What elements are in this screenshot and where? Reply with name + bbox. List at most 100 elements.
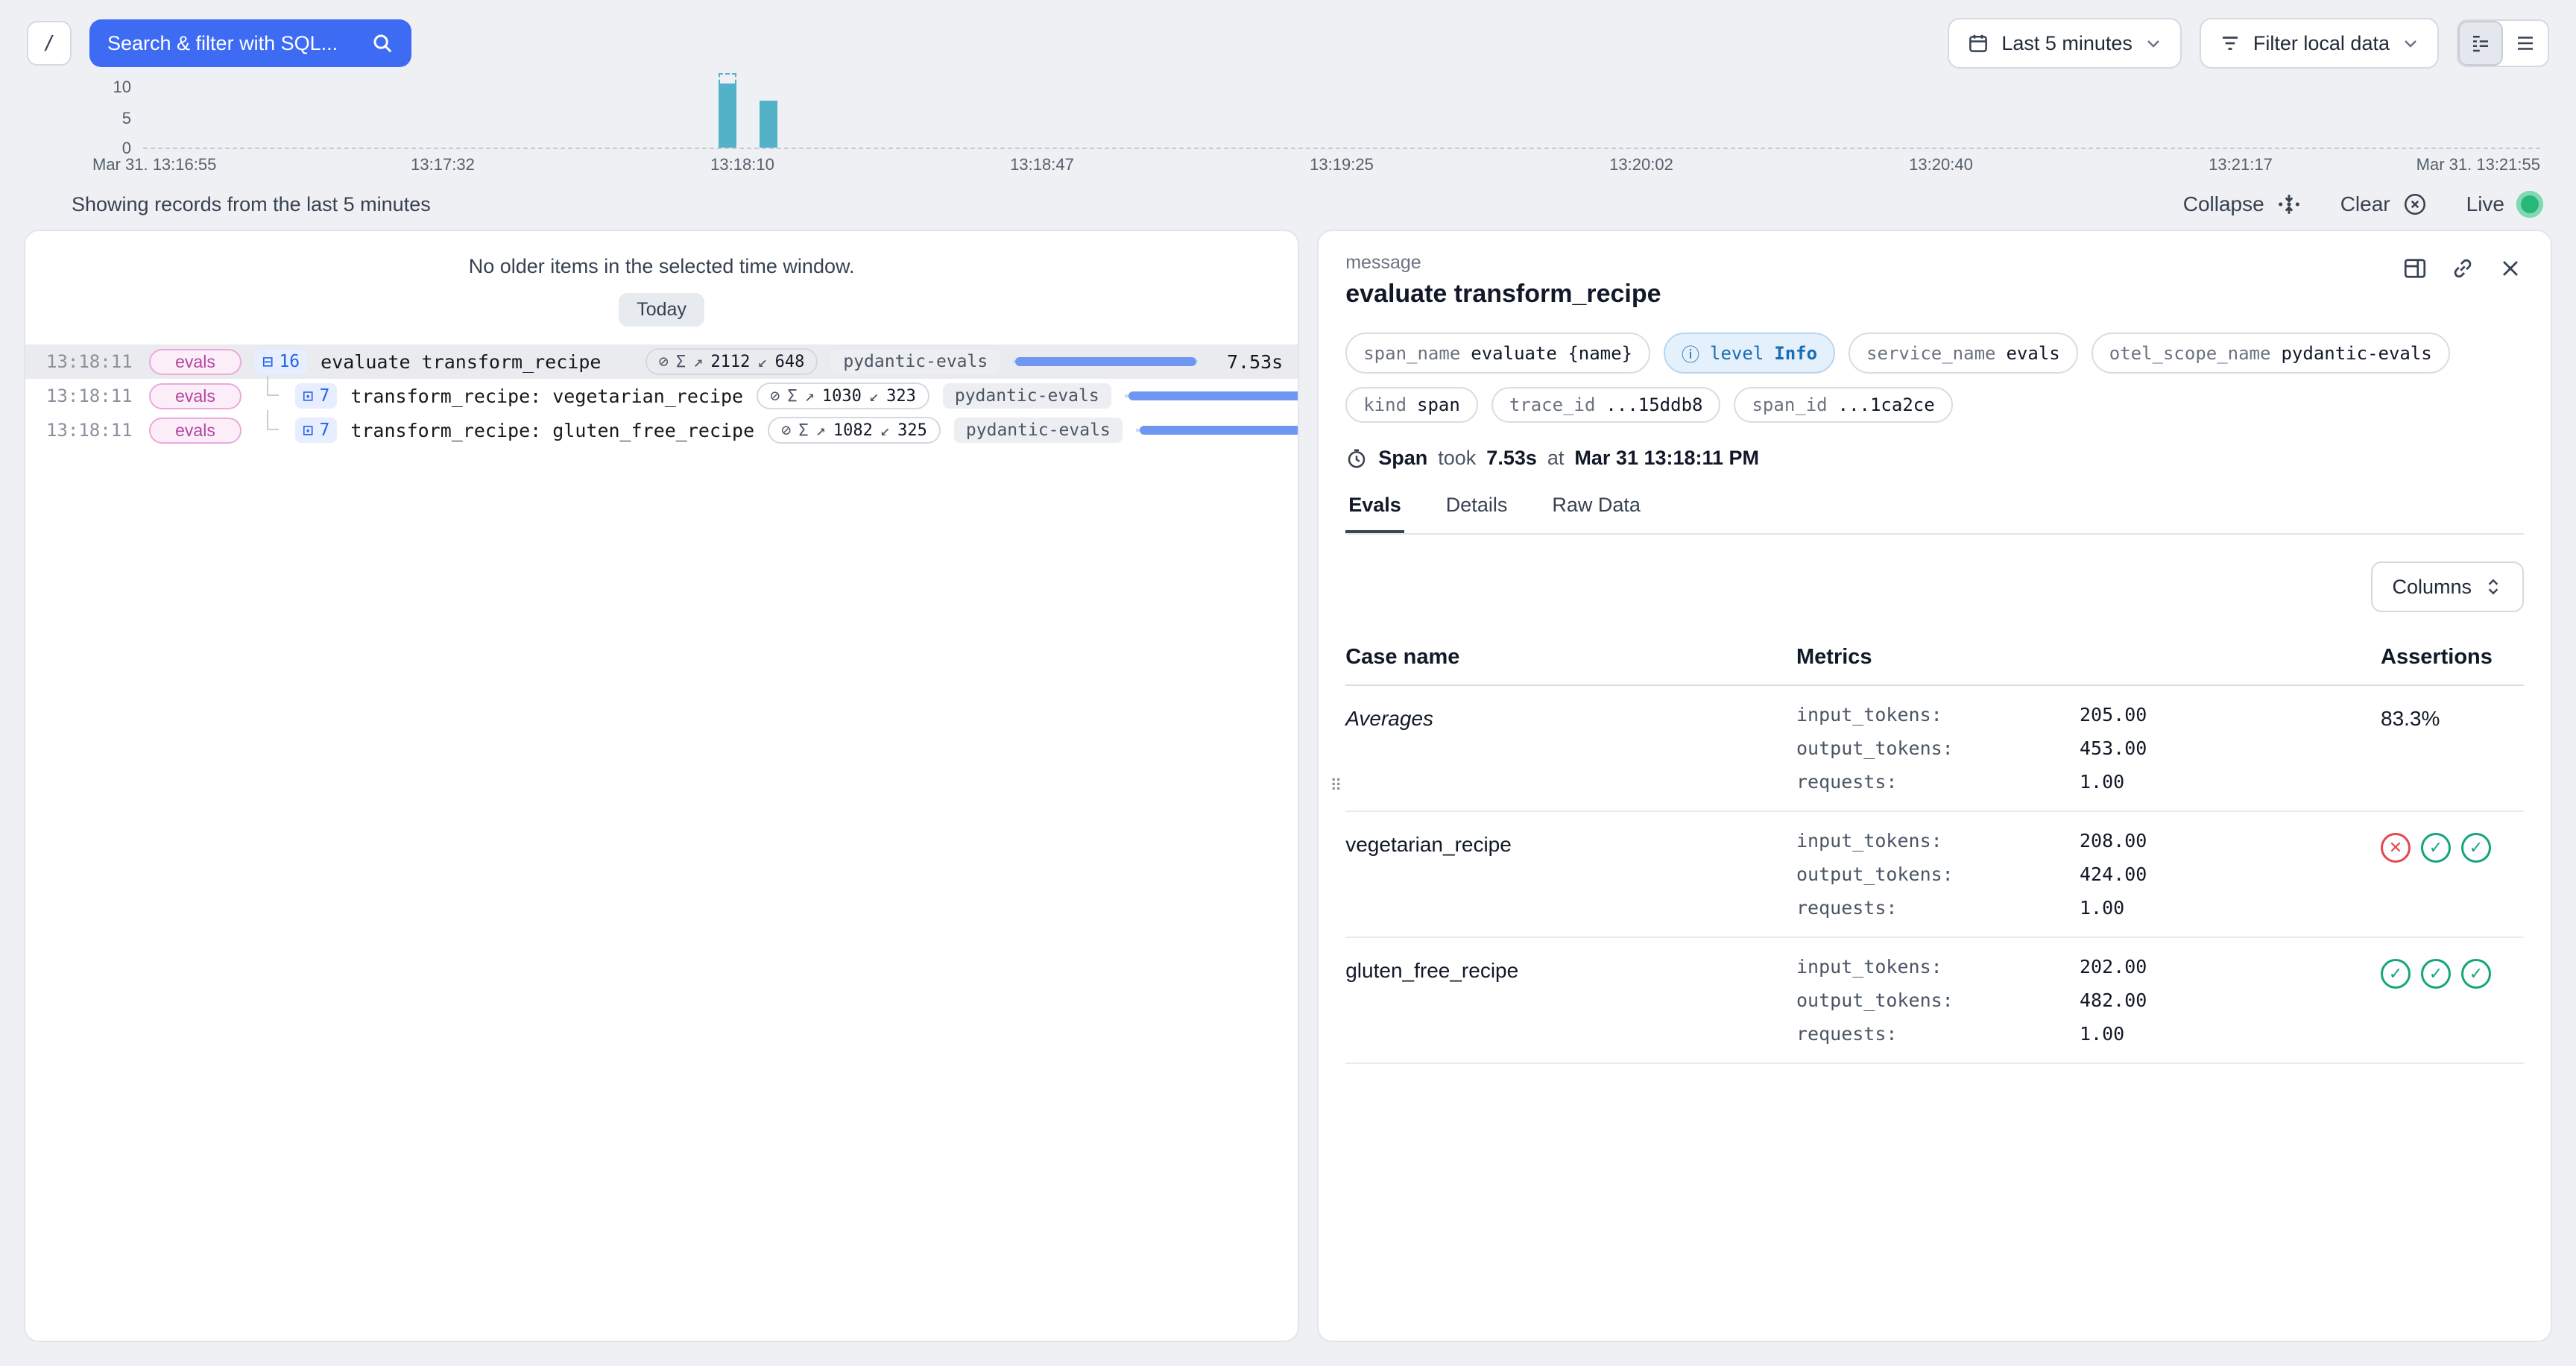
token-metrics-chip: ⊘ Σ ↗2112 ↙648 [645, 348, 818, 375]
x-axis: Mar 31. 13:16:55 13:17:32 13:18:10 13:18… [143, 155, 2540, 179]
service-badge: evals [149, 383, 242, 409]
tab-evals[interactable]: Evals [1345, 494, 1404, 533]
filter-local-data-dropdown[interactable]: Filter local data [2200, 18, 2439, 69]
tab-details[interactable]: Details [1443, 494, 1511, 533]
collapse-button[interactable]: Collapse [2183, 192, 2302, 217]
records-timeline-chart[interactable]: 10 5 0 Mar 31. 13:16:55 13:17:32 13:18:1… [27, 84, 2549, 182]
metric-label: input_tokens: [1796, 956, 2080, 978]
case-name: vegetarian_recipe [1345, 830, 1796, 857]
chip-value: evaluate {name} [1471, 343, 1632, 364]
record-kind-label: message [1345, 252, 2524, 274]
chip-value: span [1417, 394, 1460, 415]
assertion-pass-icon: ✓ [2421, 833, 2451, 863]
filter-icon [2219, 32, 2241, 54]
metrics-cell: input_tokens:202.00 output_tokens:482.00… [1796, 956, 2381, 1045]
chip-value: ...1ca2ce [1838, 394, 1935, 415]
timeline-bar[interactable] [719, 84, 736, 148]
topbar: / Search & filter with SQL... Last 5 min… [0, 0, 2576, 81]
output-arrow-icon: ↙ [880, 421, 890, 440]
otel-scope-pill: pydantic-evals [943, 383, 1111, 409]
detail-tabs: Evals Details Raw Data [1345, 494, 2524, 535]
metric-value: 208.00 [2080, 830, 2381, 852]
trace-row[interactable]: 13:18:11 evals ⊟16 evaluate transform_re… [25, 344, 1298, 379]
span-detail-panel: message evaluate transform_recipe [1317, 230, 2552, 1342]
metric-value: 453.00 [2080, 737, 2381, 759]
timeline-plot-area[interactable] [143, 84, 2540, 149]
metric-label: output_tokens: [1796, 989, 2080, 1011]
chip-value: ...15ddb8 [1606, 394, 1702, 415]
output-arrow-icon: ↙ [757, 353, 767, 371]
live-button[interactable]: Live [2466, 191, 2543, 218]
tree-view-toggle-button[interactable] [2458, 21, 2503, 66]
timeline-bar[interactable] [760, 101, 777, 148]
otel-scope-pill: pydantic-evals [954, 418, 1123, 443]
trace-time: 13:18:11 [25, 420, 136, 441]
output-tokens: 648 [775, 353, 805, 371]
list-view-toggle-button[interactable] [2503, 21, 2548, 66]
clear-button[interactable]: Clear [2340, 192, 2428, 217]
trace-row[interactable]: 13:18:11 evals ⊡7 transform_recipe: glut… [25, 413, 1298, 447]
span-collapse-toggle[interactable]: ⊟16 [255, 349, 307, 374]
search-button[interactable]: Search & filter with SQL... [89, 19, 411, 67]
copy-link-button[interactable] [2449, 255, 2476, 282]
evals-table-row[interactable]: gluten_free_recipe input_tokens:202.00 o… [1345, 938, 2524, 1064]
metric-value: 205.00 [2080, 704, 2381, 726]
close-panel-button[interactable] [2497, 255, 2524, 282]
chip-value: pydantic-evals [2281, 343, 2431, 364]
child-count: 7 [319, 386, 329, 406]
clock-icon [1345, 447, 1368, 470]
attribute-chip-trace-id[interactable]: trace_id...15ddb8 [1491, 387, 1721, 423]
tab-raw-data[interactable]: Raw Data [1549, 494, 1644, 533]
attribute-chip-span-id[interactable]: span_id ...1ca2ce [1734, 387, 1952, 423]
view-mode-toggle [2457, 19, 2549, 67]
x-axis-tick: Mar 31. 13:16:55 [92, 155, 216, 174]
chip-key: span_name [1363, 343, 1460, 364]
chevron-down-icon [2144, 34, 2162, 52]
metric-label: requests: [1796, 897, 2080, 919]
sigma-icon: Σ [798, 421, 808, 440]
x-axis-tick: 13:19:25 [1310, 155, 1374, 174]
evals-table-row[interactable]: vegetarian_recipe input_tokens:208.00 ou… [1345, 812, 2524, 938]
evals-table-row[interactable]: Averages input_tokens:205.00 output_toke… [1345, 686, 2524, 812]
day-separator-pill[interactable]: Today [619, 293, 704, 327]
slash-shortcut-key[interactable]: / [27, 21, 72, 66]
input-arrow-icon: ↗ [693, 353, 703, 371]
input-arrow-icon: ↗ [805, 387, 815, 406]
assertion-pass-icon: ✓ [2461, 959, 2491, 989]
metric-label: requests: [1796, 1023, 2080, 1045]
collapse-label: Collapse [2183, 192, 2264, 216]
attribute-chip-level[interactable]: ⓘlevelInfo [1664, 333, 1835, 374]
at-word: at [1547, 447, 1565, 470]
attribute-chip-otel-scope-name[interactable]: otel_scope_namepydantic-evals [2092, 333, 2450, 374]
time-range-dropdown[interactable]: Last 5 minutes [1948, 18, 2182, 69]
live-indicator-icon [2516, 191, 2543, 218]
chip-key: span_id [1752, 394, 1827, 415]
trace-time: 13:18:11 [25, 385, 136, 406]
span-duration-value: 7.53s [1486, 447, 1537, 470]
tree-view-icon [2469, 32, 2492, 54]
clear-label: Clear [2340, 192, 2390, 216]
calendar-icon [1967, 32, 1989, 54]
trace-row[interactable]: 13:18:11 evals ⊡7 transform_recipe: vege… [25, 379, 1298, 413]
time-range-label: Last 5 minutes [2001, 32, 2133, 55]
attribute-chip-span-name[interactable]: span_name evaluate {name} [1345, 333, 1650, 374]
tree-indent [255, 379, 282, 413]
open-in-table-button[interactable] [2402, 255, 2428, 282]
columns-dropdown-button[interactable]: Columns [2371, 561, 2524, 612]
span-word: Span [1378, 447, 1427, 470]
attribute-chip-service-name[interactable]: service_nameevals [1849, 333, 2078, 374]
tree-indent [255, 413, 282, 447]
null-icon: ⊘ [659, 353, 669, 371]
trace-time: 13:18:11 [25, 351, 136, 372]
null-icon: ⊘ [770, 387, 780, 406]
metric-value: 202.00 [2080, 956, 2381, 978]
collapse-box-icon: ⊡ [303, 385, 313, 406]
duration-text: 7.53s [1211, 351, 1283, 373]
span-duration-summary: Span took 7.53s at Mar 31 13:18:11 PM [1345, 447, 2524, 470]
chevron-down-icon [2402, 34, 2419, 52]
metric-label: requests: [1796, 771, 2080, 793]
panel-resize-handle[interactable]: ⠿ [1327, 767, 1345, 805]
span-collapse-toggle[interactable]: ⊡7 [295, 418, 337, 443]
attribute-chip-kind[interactable]: kindspan [1345, 387, 1478, 423]
span-collapse-toggle[interactable]: ⊡7 [295, 383, 337, 409]
